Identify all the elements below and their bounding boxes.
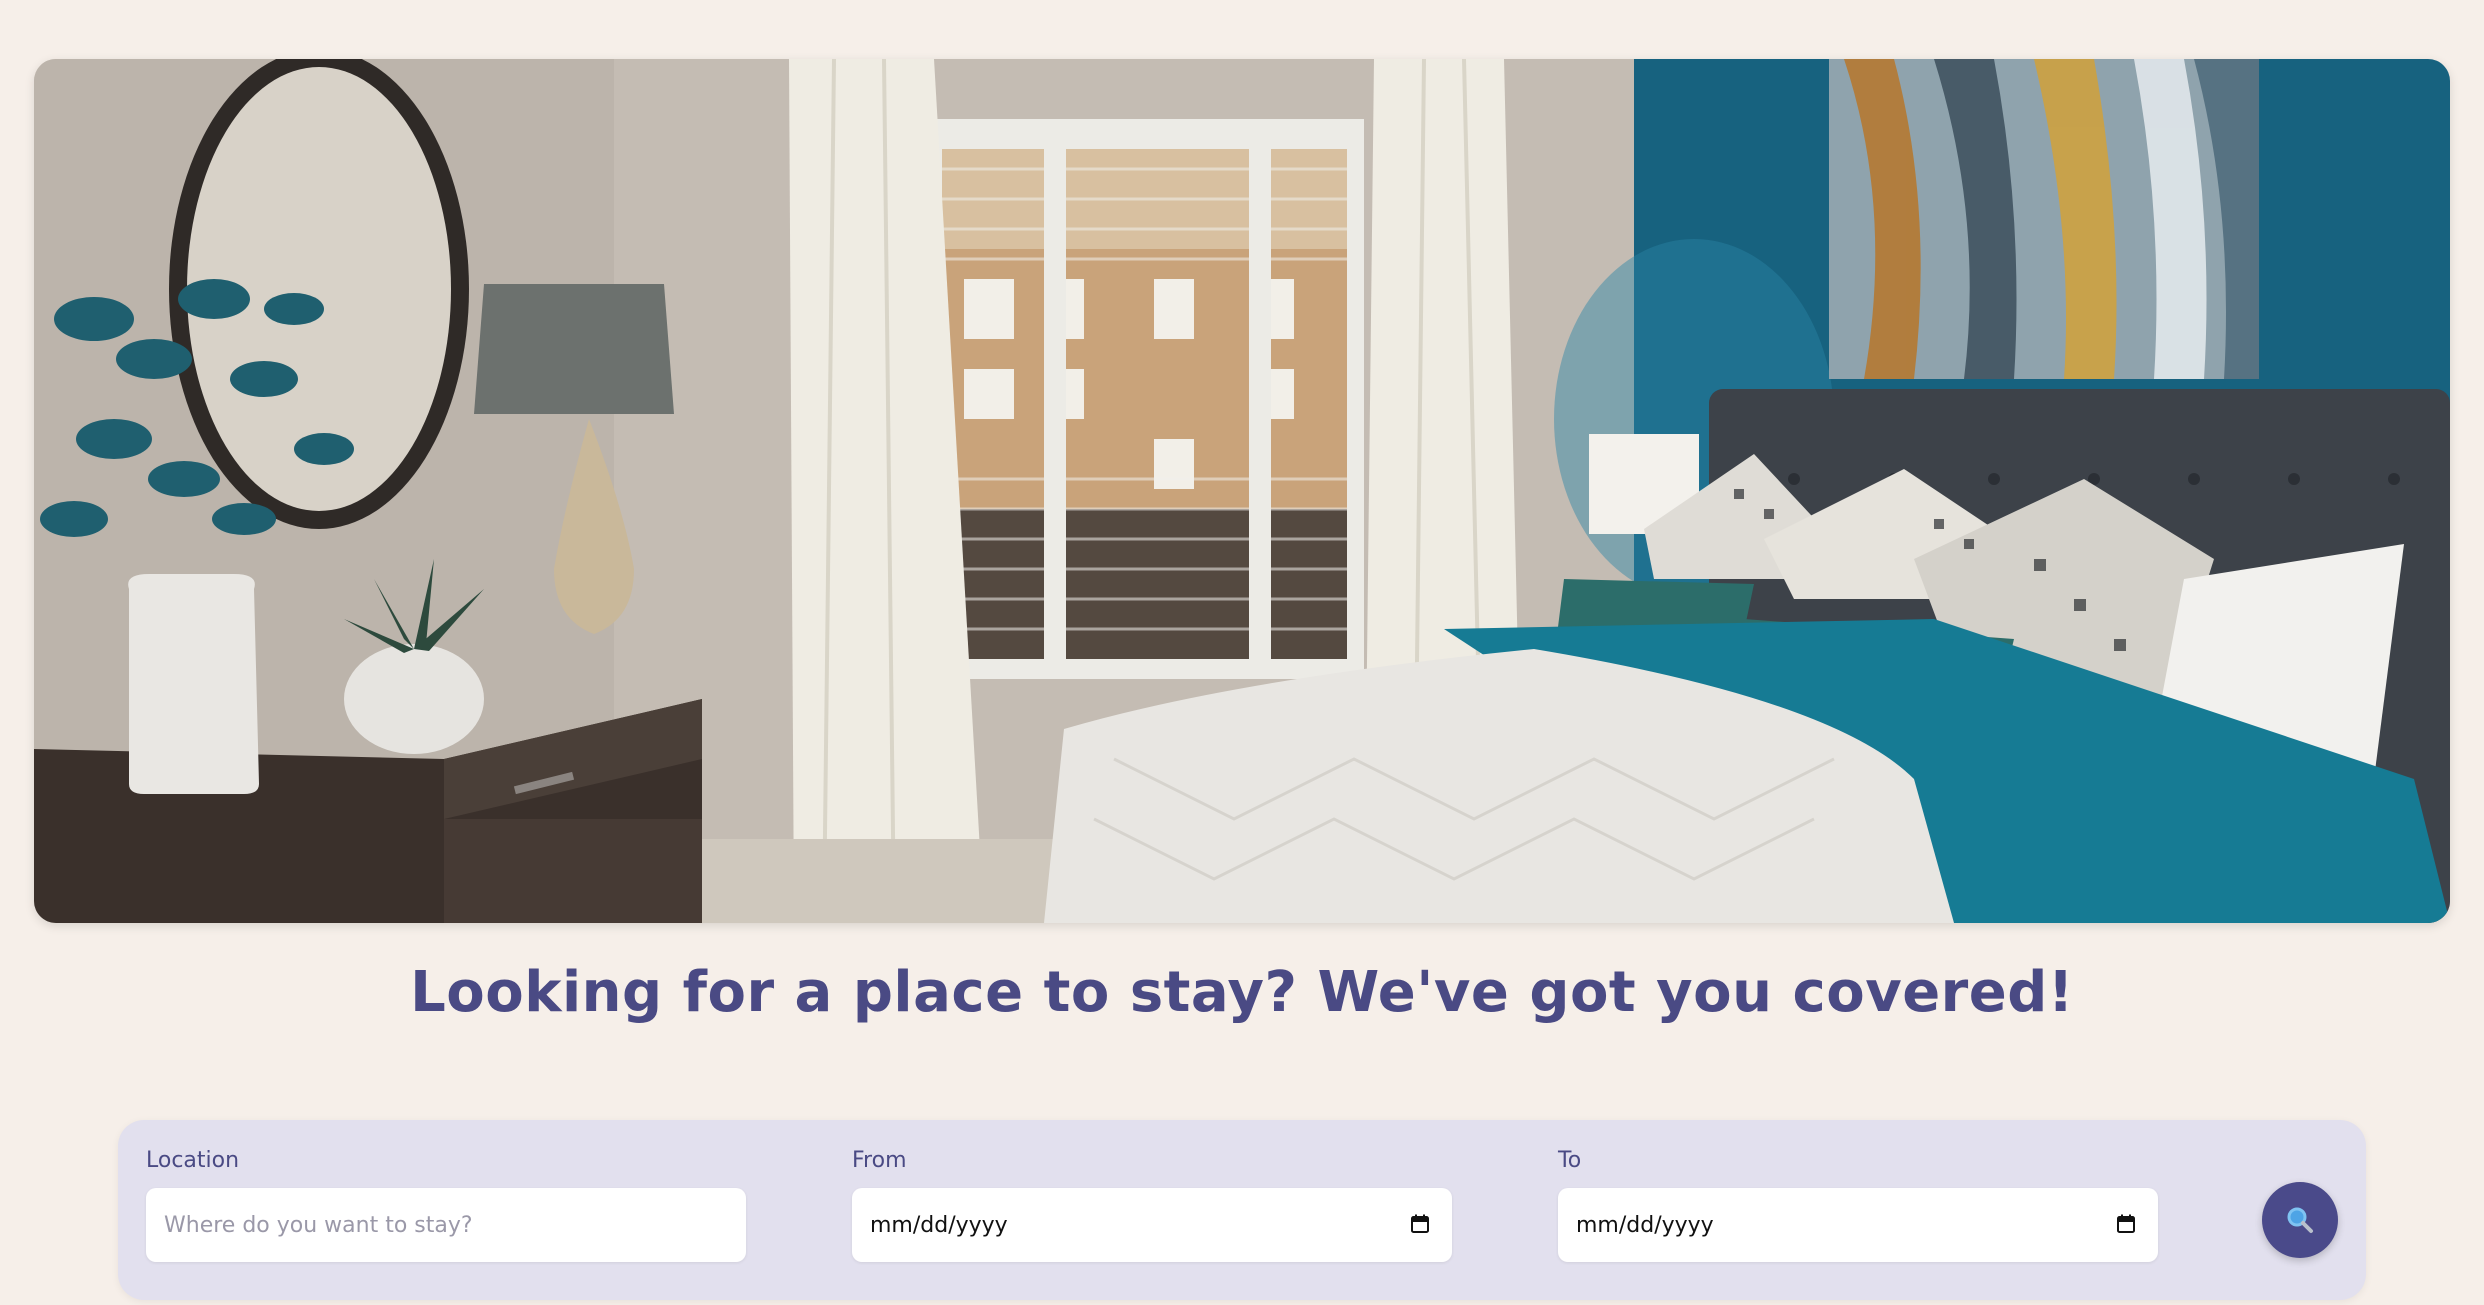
to-date-input[interactable]: mm/dd/yyyy xyxy=(1558,1188,2158,1262)
to-label: To xyxy=(1558,1148,1582,1173)
to-date-value: mm/dd/yyyy xyxy=(1576,1212,1714,1238)
from-label: From xyxy=(852,1148,907,1173)
to-field: To mm/dd/yyyy xyxy=(1558,1148,2158,1262)
from-date-input[interactable]: mm/dd/yyyy xyxy=(852,1188,1452,1262)
magnifier-icon xyxy=(2287,1207,2313,1233)
location-field: Location Where do you want to stay? xyxy=(146,1148,746,1262)
calendar-icon[interactable] xyxy=(1410,1214,1430,1234)
location-label: Location xyxy=(146,1148,240,1173)
search-button[interactable] xyxy=(2262,1182,2338,1258)
calendar-icon[interactable] xyxy=(2116,1214,2136,1234)
from-date-value: mm/dd/yyyy xyxy=(870,1212,1008,1238)
hero-image xyxy=(34,59,2450,923)
page-headline: Looking for a place to stay? We've got y… xyxy=(410,960,2074,1025)
location-placeholder: Where do you want to stay? xyxy=(164,1212,473,1238)
bedroom-illustration xyxy=(34,59,2450,923)
location-input[interactable]: Where do you want to stay? xyxy=(146,1188,746,1262)
search-panel: Location Where do you want to stay? From… xyxy=(118,1120,2366,1300)
from-field: From mm/dd/yyyy xyxy=(852,1148,1452,1262)
